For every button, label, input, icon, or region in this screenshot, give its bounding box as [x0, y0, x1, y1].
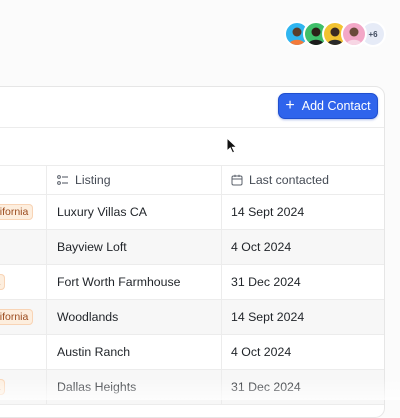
listing-cell: Austin Ranch	[47, 335, 222, 369]
table-row[interactable]: Bayview Loft 4 Oct 2024	[0, 230, 384, 265]
listing-cell: Luxury Villas CA	[47, 195, 222, 229]
tag-cell: ia	[0, 370, 47, 404]
calendar-icon	[231, 174, 243, 186]
location-tag: California	[0, 309, 34, 325]
add-contact-label: Add Contact	[301, 99, 371, 113]
plus-icon: +	[285, 96, 295, 114]
add-contact-button[interactable]: + Add Contact	[278, 93, 378, 119]
location-tag: California	[0, 204, 34, 220]
table-row[interactable]: California Luxury Villas CA 14 Sept 2024	[0, 195, 384, 230]
last-contacted-cell: 4 Oct 2024	[231, 345, 292, 359]
tag-cell	[0, 335, 47, 369]
person-icon	[346, 27, 362, 45]
tag-cell: California	[0, 300, 47, 334]
list-icon	[57, 175, 68, 185]
tag-cell: California	[0, 195, 47, 229]
location-tag: ia	[0, 379, 6, 395]
mouse-cursor-icon	[226, 137, 238, 154]
column-label: Last contacted	[249, 173, 329, 187]
column-header-last-contacted[interactable]: Last contacted	[222, 166, 384, 194]
column-label: Listing	[75, 173, 111, 187]
last-contacted-cell: 31 Dec 2024	[231, 380, 301, 394]
column-header-listing[interactable]: Listing	[47, 166, 222, 194]
last-contacted-cell: 14 Sept 2024	[231, 205, 305, 219]
last-contacted-cell: 4 Oct 2024	[231, 240, 292, 254]
avatar[interactable]	[341, 21, 367, 47]
listing-cell: Bayview Loft	[47, 230, 222, 264]
filter-bar	[0, 128, 384, 166]
contacts-table-card: + Add Contact Listing Last contacted ifo…	[0, 86, 385, 418]
listing-cell: Dallas Heights	[47, 370, 222, 404]
toolbar: + Add Contact	[0, 87, 384, 128]
collaborator-avatars[interactable]: +6	[284, 21, 386, 47]
table-row[interactable]: California Woodlands 14 Sept 2024	[0, 300, 384, 335]
last-contacted-cell: 31 Dec 2024	[231, 275, 301, 289]
last-contacted-cell: 14 Sept 2024	[231, 310, 305, 324]
column-header-tag[interactable]	[0, 166, 47, 194]
table-row[interactable]: Austin Ranch 4 Oct 2024	[0, 335, 384, 370]
table-row[interactable]: ia Fort Worth Farmhouse 31 Dec 2024	[0, 265, 384, 300]
location-tag: ia	[0, 274, 6, 290]
listing-cell: Fort Worth Farmhouse	[47, 265, 222, 299]
tag-cell	[0, 230, 47, 264]
listing-cell: Woodlands	[47, 300, 222, 334]
table-header: Listing Last contacted	[0, 166, 384, 195]
tag-cell: ia	[0, 265, 47, 299]
